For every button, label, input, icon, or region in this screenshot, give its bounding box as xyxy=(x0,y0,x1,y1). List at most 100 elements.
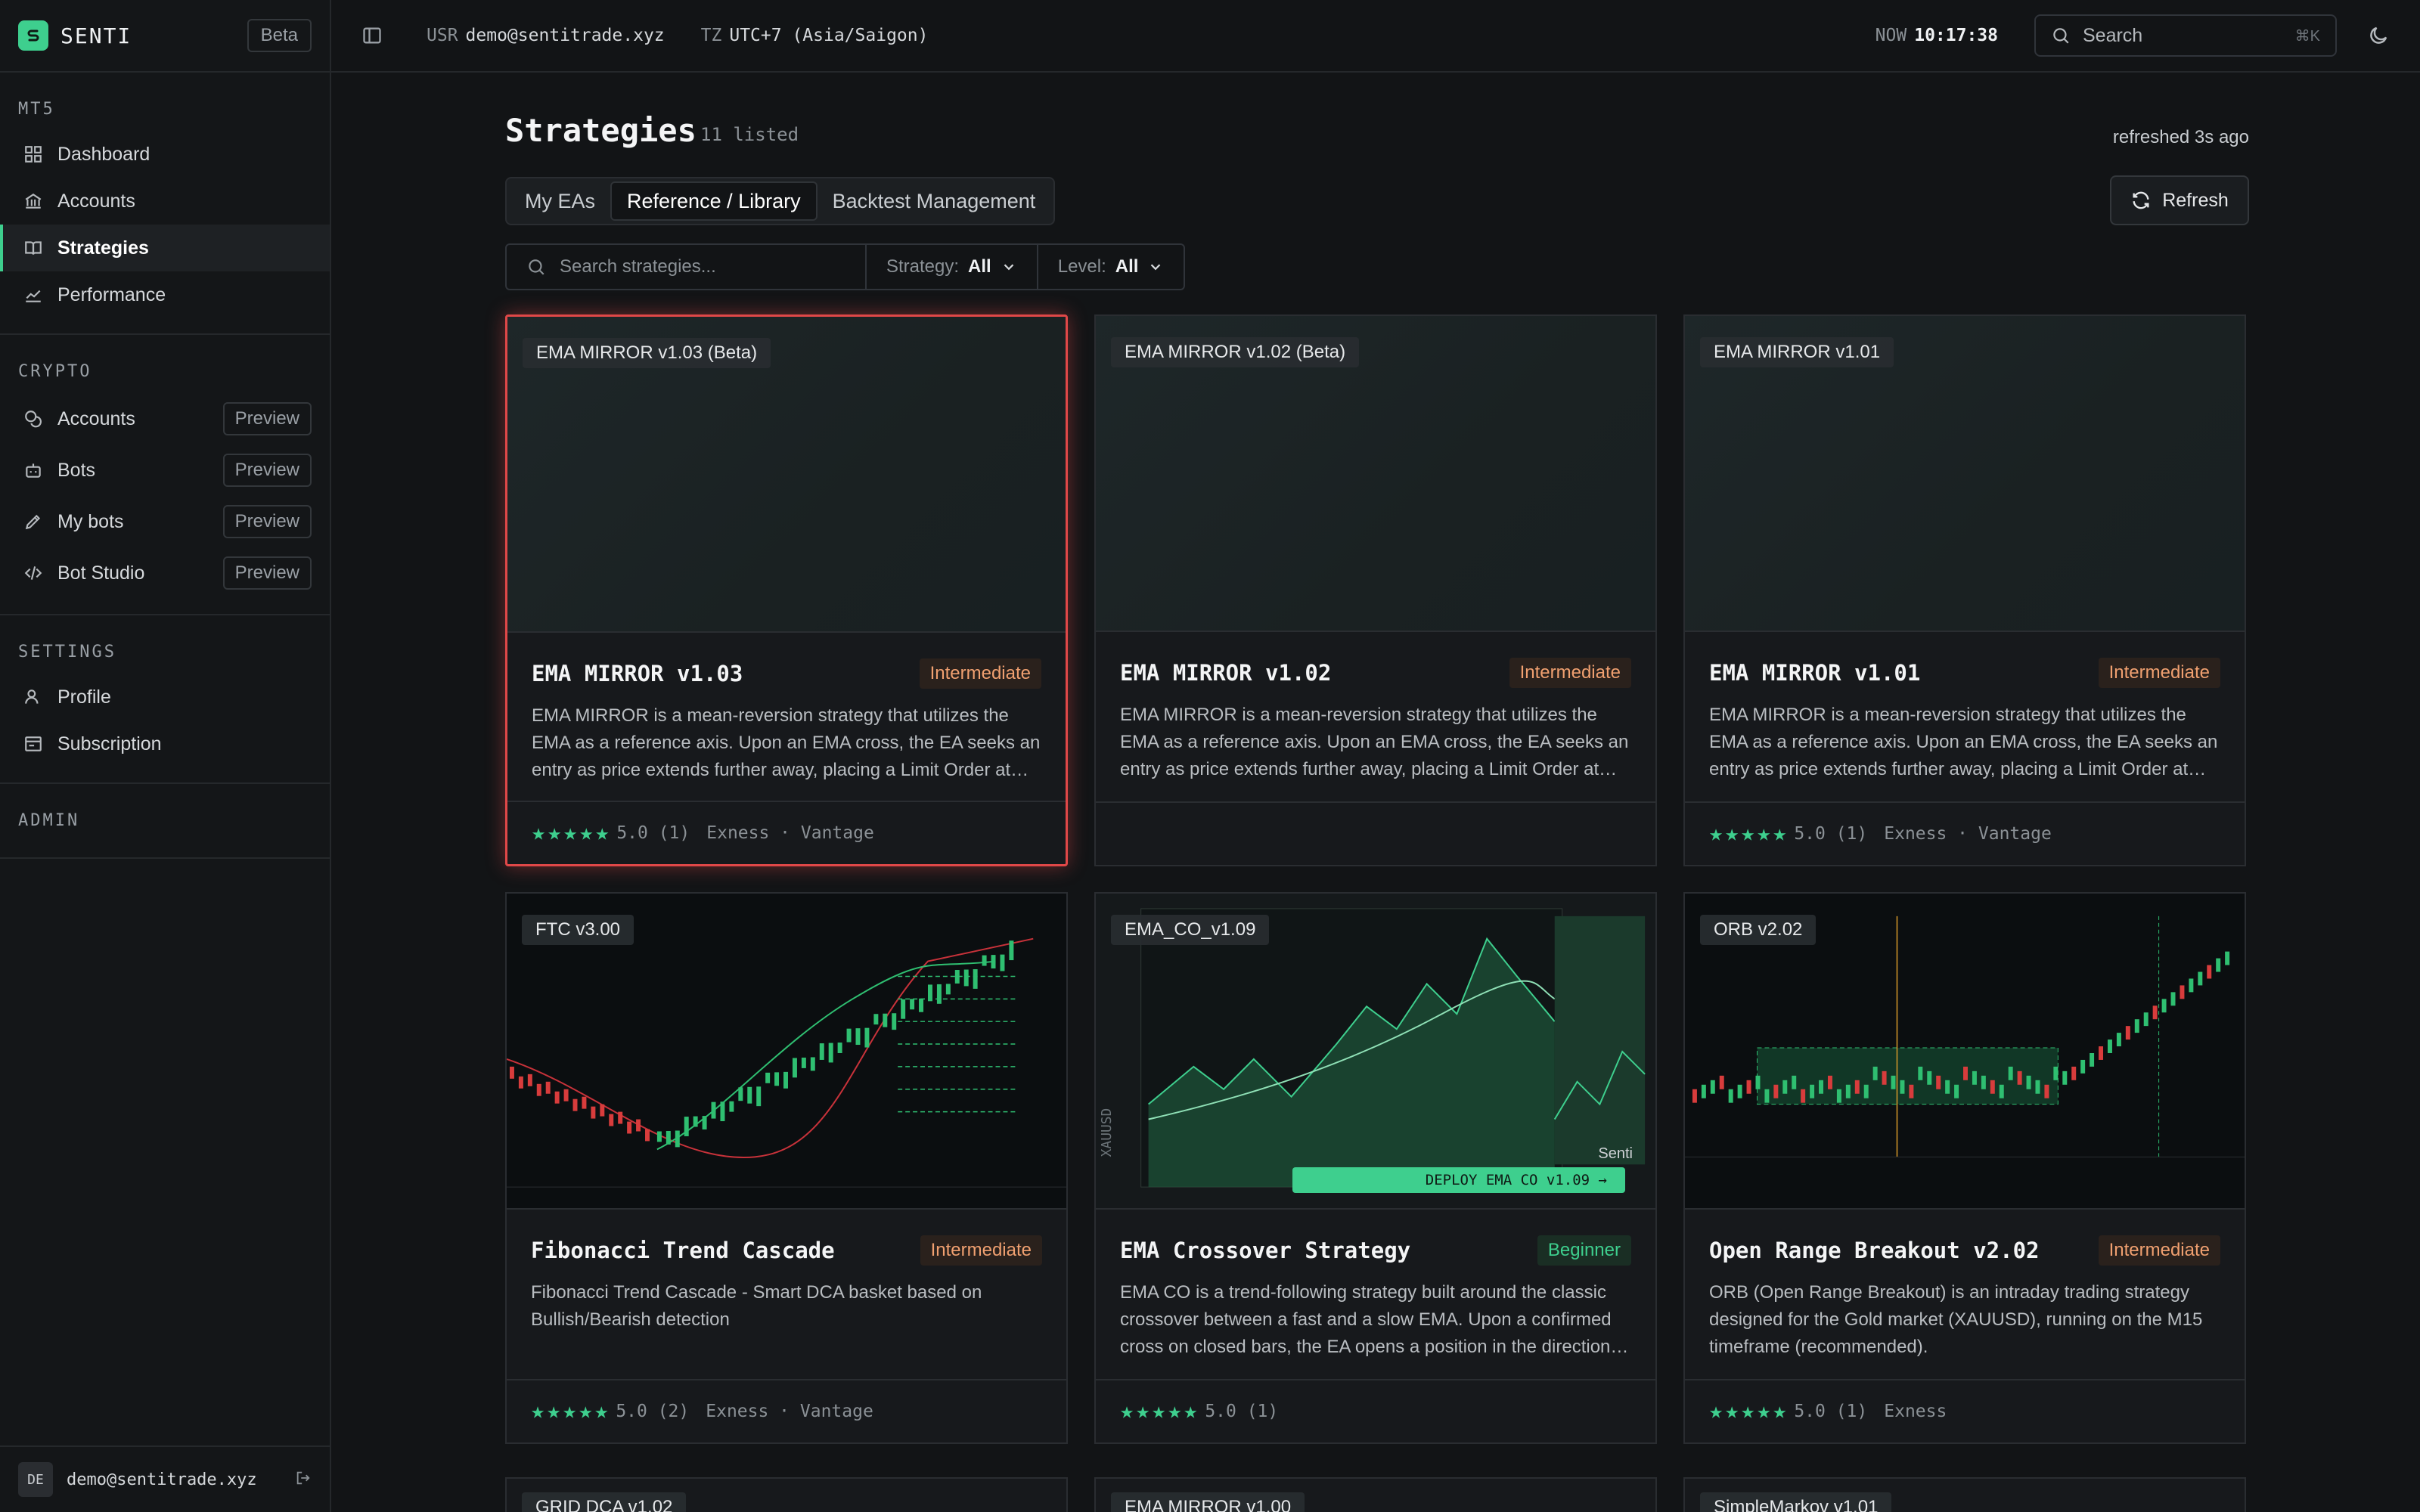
refresh-button[interactable]: Refresh xyxy=(2110,175,2249,225)
broker-list: Exness xyxy=(1884,1402,1947,1421)
tab-backtest-management[interactable]: Backtest Management xyxy=(818,181,1051,221)
page-title: Strategies xyxy=(505,112,697,149)
star-icon: ★ xyxy=(1773,820,1787,847)
tz-value: UTC+7 (Asia/Saigon) xyxy=(729,26,929,45)
strategy-tabs: My EAs Reference / Library Backtest Mana… xyxy=(505,177,1056,225)
search-icon xyxy=(529,259,544,275)
star-icon: ★ xyxy=(595,820,610,846)
strategy-card[interactable]: EMA MIRROR v1.03 (Beta) EMA MIRROR v1.03… xyxy=(505,314,1068,866)
sidebar-item-label: Performance xyxy=(57,284,166,305)
sidebar-item-performance[interactable]: Performance xyxy=(0,271,330,318)
strategy-card[interactable]: EMA MIRROR v1.01 EMA MIRROR v1.01 Interm… xyxy=(1683,314,2246,866)
strategy-card[interactable]: FTC v3.00 Fibonacci Trend Cascade Interm… xyxy=(505,892,1068,1444)
level-filter-select[interactable]: Level: All xyxy=(1038,245,1184,289)
tab-my-eas[interactable]: My EAs xyxy=(510,181,610,221)
global-search[interactable]: Search ⌘K xyxy=(2034,14,2337,57)
svg-text:XAUUSD: XAUUSD xyxy=(1099,1108,1115,1157)
star-icon: ★ xyxy=(548,820,562,846)
refreshed-status: refreshed 3s ago xyxy=(2112,127,2249,147)
strategy-card[interactable]: EMA MIRROR v1.02 (Beta) EMA MIRROR v1.02… xyxy=(1094,314,1657,866)
sidebar-item-label: Bot Studio xyxy=(57,562,145,584)
card-header: Fibonacci Trend Cascade Intermediate xyxy=(531,1234,1042,1267)
beta-badge: Beta xyxy=(247,19,312,52)
strategy-description: EMA MIRROR is a mean-reversion strategy … xyxy=(1120,705,1629,779)
strategy-card[interactable]: XAUUSD EMA_CO_v1.09 DEPLOY EMA CO v1.09 … xyxy=(1094,892,1657,1444)
sidebar-toggle-icon[interactable] xyxy=(361,25,383,46)
level-badge: Beginner xyxy=(1537,1235,1631,1266)
code-icon xyxy=(23,562,44,584)
card-footer xyxy=(1096,801,1655,865)
level-badge: Intermediate xyxy=(2098,1235,2220,1266)
version-badge: SimpleMarkov v1.01 xyxy=(1700,1492,1892,1512)
version-badge: FTC v3.00 xyxy=(522,915,634,945)
nav-section-admin: ADMIN xyxy=(0,784,330,859)
search-icon xyxy=(2053,28,2069,44)
sidebar-item-profile[interactable]: Profile xyxy=(0,674,330,720)
sidebar-item-my-bots[interactable]: My bots Preview xyxy=(0,496,330,547)
star-icon: ★ xyxy=(1757,820,1771,847)
version-badge: EMA MIRROR v1.00 xyxy=(1111,1492,1305,1512)
sidebar-item-accounts[interactable]: Accounts xyxy=(0,178,330,225)
strategy-card[interactable]: EMA MIRROR v1.00 xyxy=(1094,1477,1657,1512)
grid-icon xyxy=(23,144,44,165)
strategy-filter-select[interactable]: Strategy: All xyxy=(867,245,1038,289)
sidebar-item-label: Dashboard xyxy=(57,143,150,165)
card-footer: ★ ★ ★ ★ ★ 5.0 (1) xyxy=(1096,1379,1655,1442)
sidebar-item-dashboard[interactable]: Dashboard xyxy=(0,131,330,178)
star-icon: ★ xyxy=(1741,820,1755,847)
star-icon: ★ xyxy=(532,820,546,846)
strategy-card[interactable]: GRID DCA v1.02 xyxy=(505,1477,1068,1512)
deploy-button[interactable]: DEPLOY EMA CO v1.09 → xyxy=(1292,1167,1625,1193)
sidebar-item-subscription[interactable]: Subscription xyxy=(0,720,330,767)
version-badge: GRID DCA v1.02 xyxy=(522,1492,687,1512)
strategy-card[interactable]: SimpleMarkov v1.01 xyxy=(1683,1477,2246,1512)
strategy-filter-value: All xyxy=(968,256,991,277)
card-body: EMA MIRROR v1.02 Intermediate EMA MIRROR… xyxy=(1096,632,1655,783)
rating-value: 5.0 (2) xyxy=(616,1402,690,1421)
star-icon: ★ xyxy=(563,1398,577,1424)
star-icon: ★ xyxy=(1168,1398,1182,1424)
card-header: EMA Crossover Strategy Beginner xyxy=(1120,1234,1631,1267)
sidebar-item-crypto-accounts[interactable]: Accounts Preview xyxy=(0,393,330,445)
star-icon: ★ xyxy=(1773,1398,1787,1424)
rating-value: 5.0 (1) xyxy=(1794,1402,1868,1421)
strategy-search-input[interactable]: Search strategies... xyxy=(507,245,867,289)
strategy-card[interactable]: ORB v2.02 Open Range Breakout v2.02 Inte… xyxy=(1683,892,2246,1444)
rating-value: 5.0 (1) xyxy=(616,823,690,843)
card-body: EMA MIRROR v1.03 Intermediate EMA MIRROR… xyxy=(507,633,1066,784)
star-icon: ★ xyxy=(1757,1398,1771,1424)
senti-watermark: Senti xyxy=(1598,1145,1633,1162)
tab-reference-library[interactable]: Reference / Library xyxy=(610,181,818,221)
chevron-down-icon xyxy=(1151,264,1161,271)
app-name: SENTI xyxy=(60,23,132,48)
version-badge: EMA MIRROR v1.01 xyxy=(1700,337,1894,367)
sidebar-item-strategies[interactable]: Strategies xyxy=(0,225,330,271)
strategy-description: ORB (Open Range Breakout) is an intraday… xyxy=(1709,1282,2203,1357)
card-header: EMA MIRROR v1.02 Intermediate xyxy=(1120,656,1631,689)
logout-icon[interactable] xyxy=(295,1470,312,1490)
version-badge: ORB v2.02 xyxy=(1700,915,1817,945)
rating-value: 5.0 (1) xyxy=(1794,824,1868,844)
sidebar-item-bots[interactable]: Bots Preview xyxy=(0,445,330,496)
card-body: Open Range Breakout v2.02 Intermediate O… xyxy=(1685,1210,2245,1361)
card-header: Open Range Breakout v2.02 Intermediate xyxy=(1709,1234,2220,1267)
bank-icon xyxy=(23,191,44,212)
level-badge: Intermediate xyxy=(1509,658,1631,688)
strategy-thumbnail: ORB v2.02 xyxy=(1685,894,2245,1210)
broker-list: Exness · Vantage xyxy=(1884,824,2052,844)
moon-icon[interactable] xyxy=(2367,24,2390,47)
card-footer: ★ ★ ★ ★ ★ 5.0 (1) Exness xyxy=(1685,1379,2245,1442)
card-header: EMA MIRROR v1.03 Intermediate xyxy=(532,657,1041,690)
rating-stars: ★ ★ ★ ★ ★ xyxy=(1709,823,1786,845)
search-shortcut: ⌘K xyxy=(2294,27,2320,45)
star-icon: ★ xyxy=(1709,820,1723,847)
chevron-down-icon xyxy=(1004,264,1014,271)
version-badge: EMA MIRROR v1.03 (Beta) xyxy=(523,338,771,368)
section-title-mt5: MT5 xyxy=(18,100,55,119)
sidebar-item-label: Profile xyxy=(57,686,111,708)
sidebar-item-bot-studio[interactable]: Bot Studio Preview xyxy=(0,547,330,599)
senti-logo-icon[interactable] xyxy=(18,20,48,51)
star-icon: ★ xyxy=(579,1398,593,1424)
chart-line-icon xyxy=(23,284,44,305)
sidebar-user[interactable]: DE demo@sentitrade.xyz xyxy=(0,1445,330,1512)
